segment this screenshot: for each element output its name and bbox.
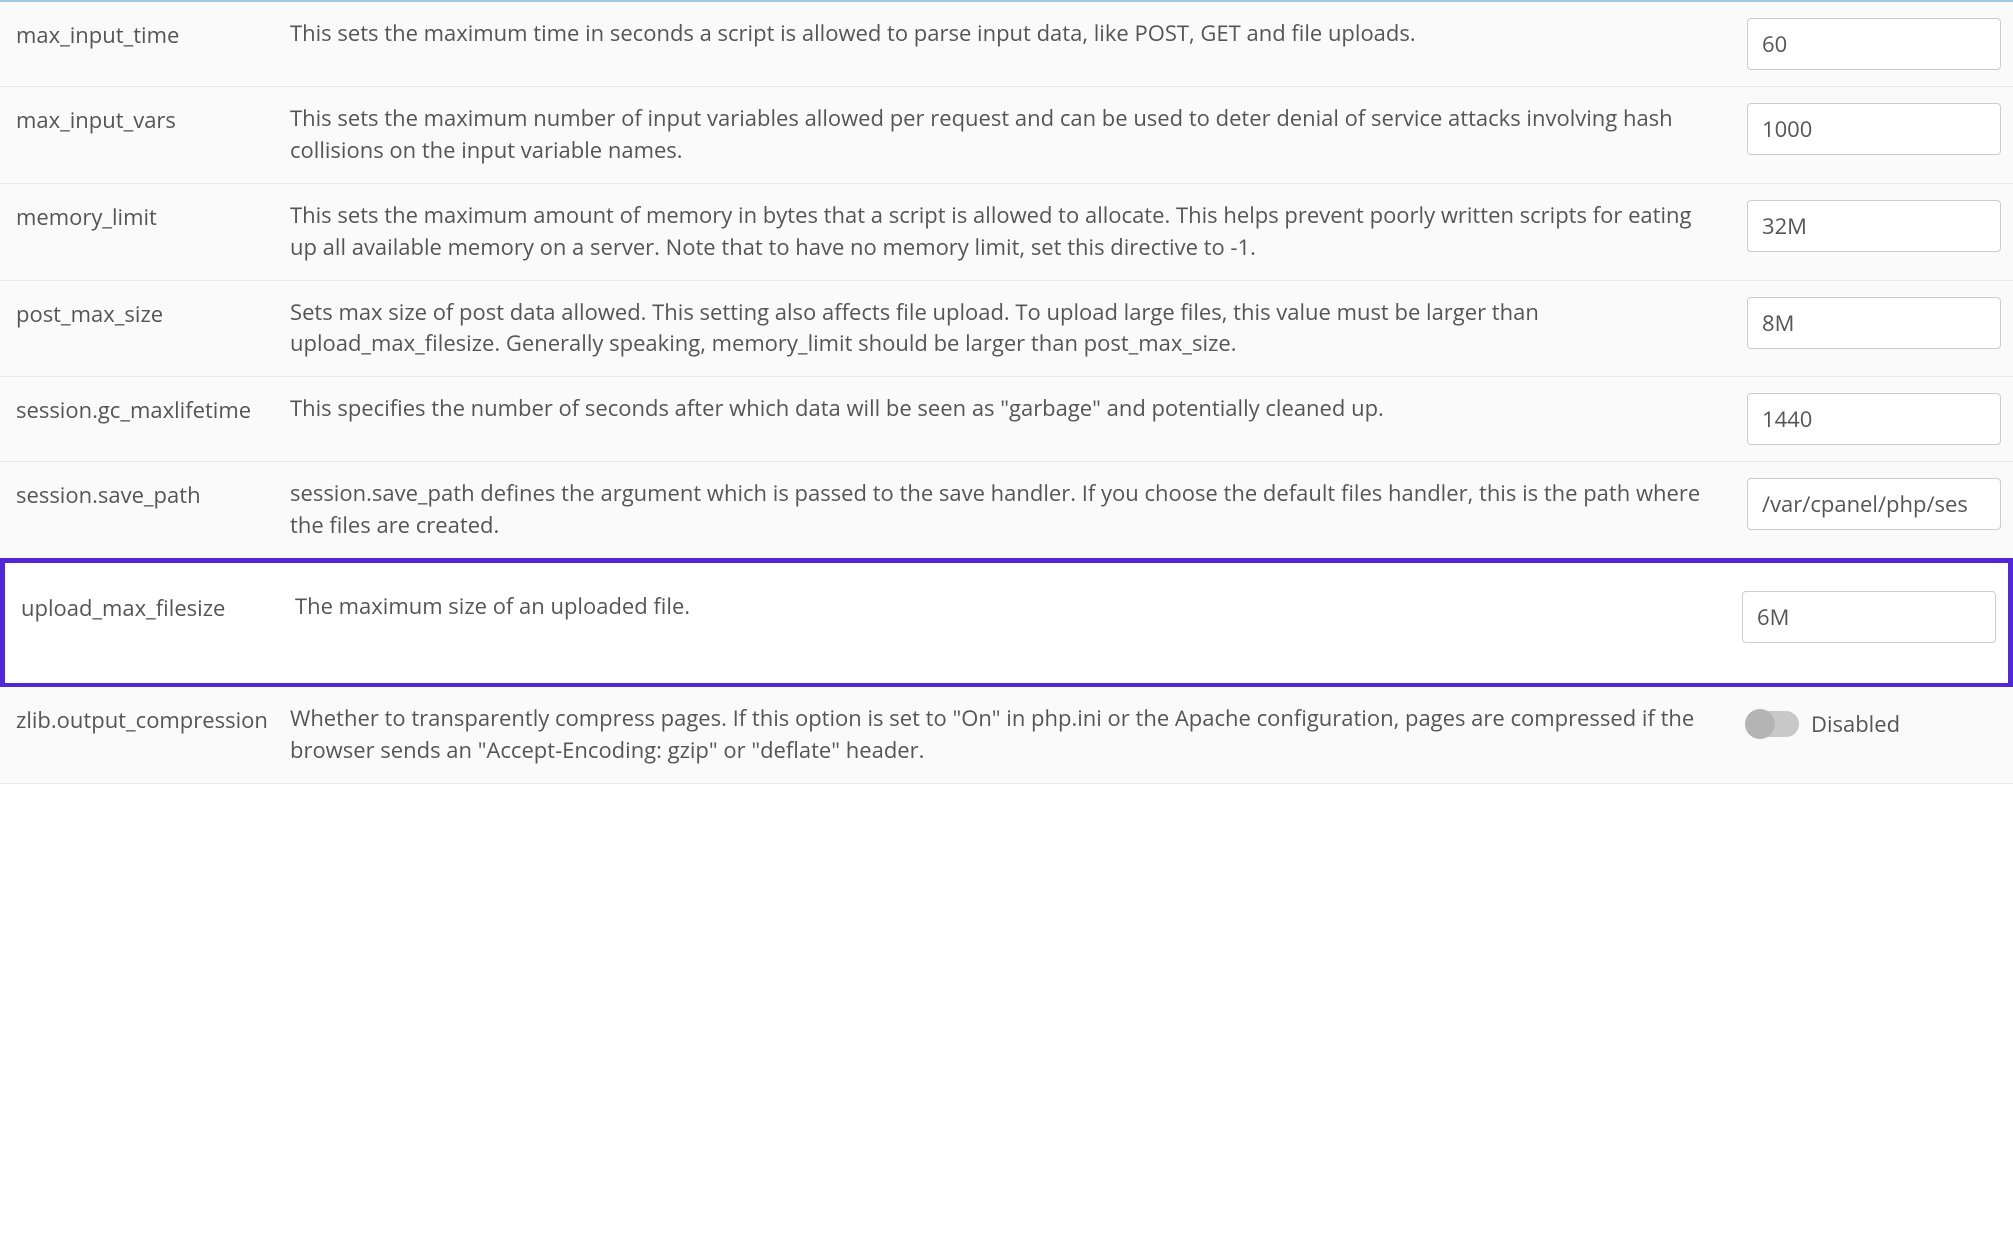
toggle-knob-icon <box>1745 709 1775 739</box>
option-row: session.save_pathsession.save_path defin… <box>0 462 2013 559</box>
option-name: upload_max_filesize <box>17 591 295 623</box>
option-description: Whether to transparently compress pages.… <box>290 703 1747 767</box>
option-value-input[interactable] <box>1747 478 2001 530</box>
option-name: post_max_size <box>12 297 290 329</box>
option-value-cell: Disabled <box>1747 703 2001 739</box>
option-value-cell <box>1747 478 2001 530</box>
option-row: zlib.output_compressionWhether to transp… <box>0 687 2013 784</box>
option-description: This specifies the number of seconds aft… <box>290 393 1747 425</box>
option-description: This sets the maximum time in seconds a … <box>290 18 1747 50</box>
option-name: zlib.output_compression <box>12 703 290 735</box>
option-value-input[interactable] <box>1747 18 2001 70</box>
php-options-table: max_input_timeThis sets the maximum time… <box>0 0 2013 784</box>
option-description: session.save_path defines the argument w… <box>290 478 1747 542</box>
toggle-state-label: Disabled <box>1811 709 1900 739</box>
option-row: post_max_sizeSets max size of post data … <box>0 281 2013 378</box>
option-value-input[interactable] <box>1747 393 2001 445</box>
option-value-cell <box>1747 18 2001 70</box>
option-value-input[interactable] <box>1747 297 2001 349</box>
option-name: max_input_vars <box>12 103 290 135</box>
option-value-cell <box>1747 297 2001 349</box>
option-name: session.gc_maxlifetime <box>12 393 290 425</box>
option-toggle-wrap: Disabled <box>1747 703 2001 739</box>
option-value-input[interactable] <box>1747 103 2001 155</box>
option-description: Sets max size of post data allowed. This… <box>290 297 1747 361</box>
option-description: This sets the maximum amount of memory i… <box>290 200 1747 264</box>
option-name: memory_limit <box>12 200 290 232</box>
option-name: session.save_path <box>12 478 290 510</box>
option-row: upload_max_filesizeThe maximum size of a… <box>0 558 2013 688</box>
option-row: memory_limitThis sets the maximum amount… <box>0 184 2013 281</box>
option-toggle[interactable] <box>1747 711 1799 737</box>
option-name: max_input_time <box>12 18 290 50</box>
option-value-input[interactable] <box>1742 591 1996 643</box>
option-row: session.gc_maxlifetimeThis specifies the… <box>0 377 2013 462</box>
option-value-cell <box>1747 200 2001 252</box>
option-value-input[interactable] <box>1747 200 2001 252</box>
option-row: max_input_timeThis sets the maximum time… <box>0 2 2013 87</box>
option-row: max_input_varsThis sets the maximum numb… <box>0 87 2013 184</box>
option-value-cell <box>1747 393 2001 445</box>
option-value-cell <box>1747 103 2001 155</box>
option-value-cell <box>1742 591 1996 643</box>
option-description: This sets the maximum number of input va… <box>290 103 1747 167</box>
option-description: The maximum size of an uploaded file. <box>295 591 1742 623</box>
